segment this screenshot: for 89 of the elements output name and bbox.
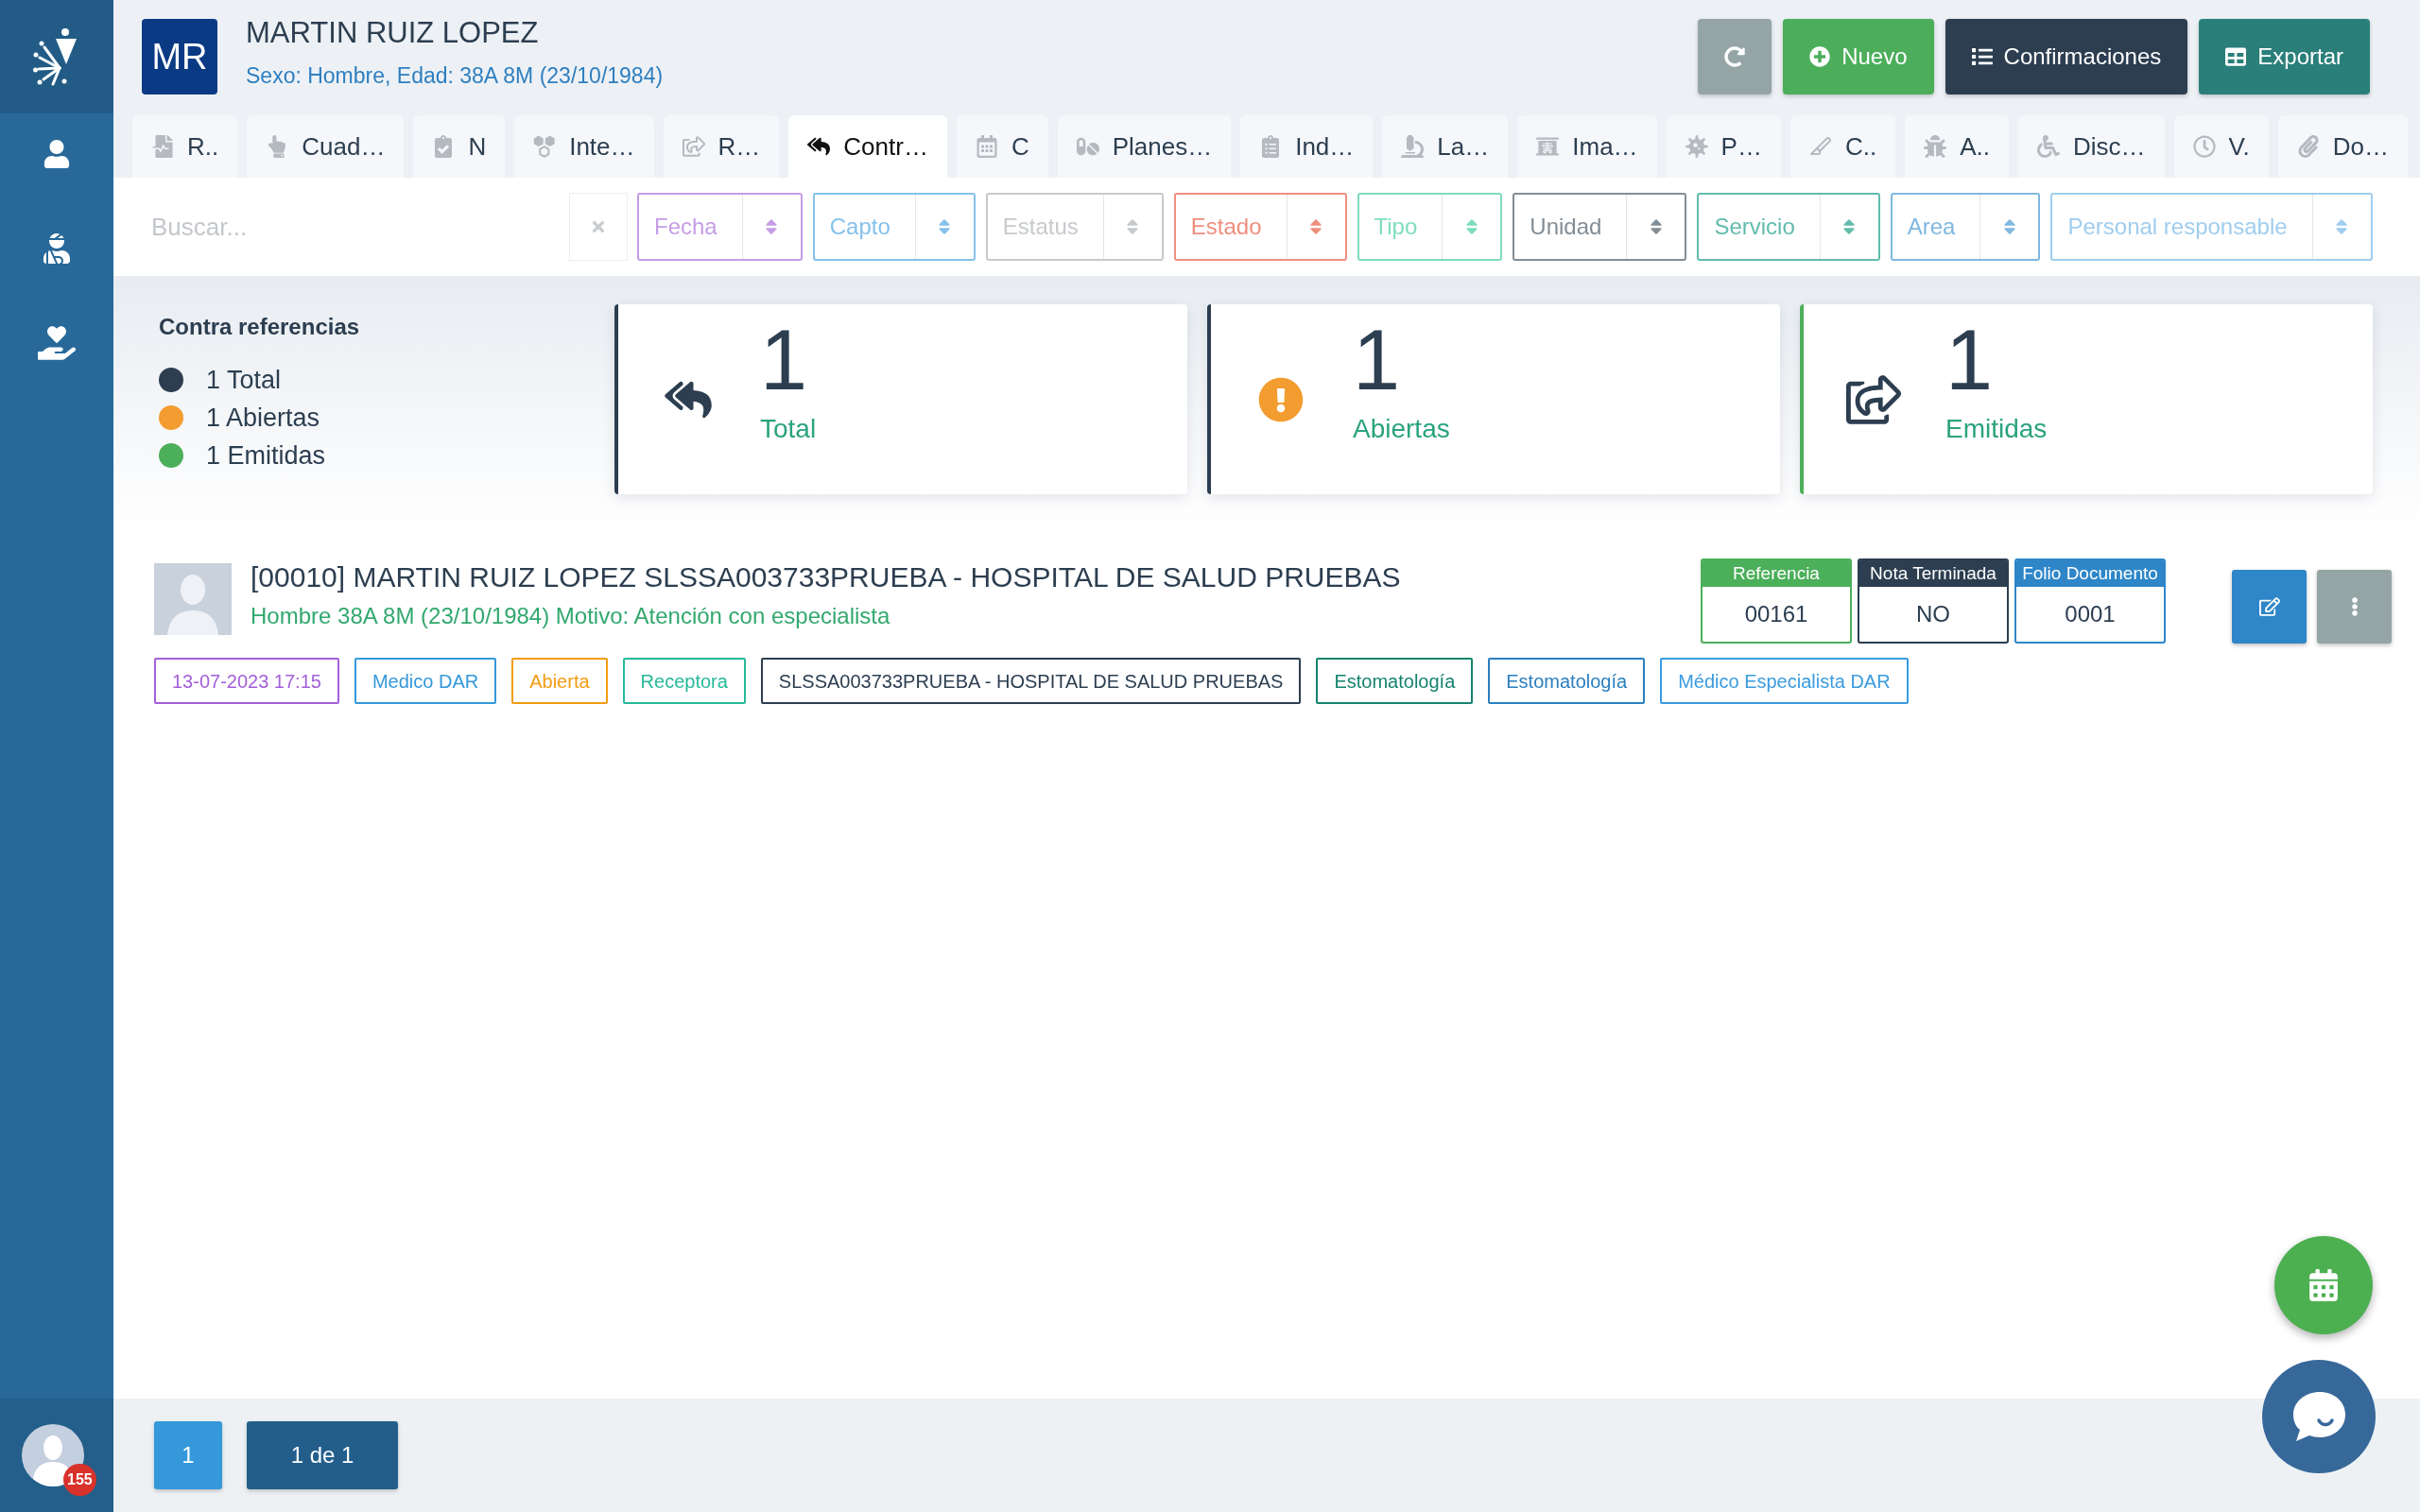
patient-details: Sexo: Hombre, Edad: 38A 8M (23/10/1984) [246, 62, 664, 90]
virus-icon [1685, 135, 1708, 158]
user-icon[interactable] [43, 140, 71, 168]
tab[interactable]: C [956, 115, 1048, 178]
sort-icon [1649, 217, 1663, 236]
tab[interactable]: Inte… [514, 115, 654, 178]
field-label: Nota Terminada [1859, 560, 2007, 587]
tag: Médico Especialista DAR [1660, 658, 1909, 704]
chat-bubble-icon [2290, 1390, 2347, 1443]
sort-icon [1309, 217, 1322, 236]
tag: Medico DAR [354, 658, 497, 704]
tab[interactable]: Planes… [1057, 115, 1232, 178]
tag: Estomatología [1488, 658, 1646, 704]
sort-icon [2335, 217, 2349, 236]
tag: 13-07-2023 17:15 [154, 658, 339, 704]
field-value: 0001 [2064, 600, 2117, 628]
tab[interactable]: V. [2173, 115, 2269, 178]
edit-button[interactable] [2232, 570, 2307, 644]
tab[interactable]: Cuad… [247, 115, 405, 178]
wheelchair-icon [2037, 135, 2060, 158]
tab[interactable]: C.. [1789, 115, 1896, 178]
legend-label: 1 Abiertas [206, 402, 320, 434]
sort-icon [1126, 217, 1140, 236]
sort-icon [2002, 217, 2016, 236]
header-button[interactable]: Confirmaciones [1945, 19, 2188, 94]
sort-icon [1842, 217, 1857, 236]
stat-value: 1 [1353, 318, 1402, 403]
pills-icon [1076, 135, 1099, 158]
record-subtitle: Hombre 38A 8M (23/10/1984) Motivo: Atención con especialista [251, 602, 891, 630]
sort-icon [1464, 217, 1478, 236]
more-icon [2350, 597, 2359, 616]
tab[interactable]: Ima… [1517, 115, 1657, 178]
calendar-icon [2309, 1269, 2338, 1301]
refresh-icon [1724, 46, 1746, 67]
summary-title: Contra referencias [159, 314, 361, 340]
medical-file-icon [151, 135, 174, 158]
tag: Estomatología [1316, 658, 1474, 704]
page-summary: 1 de 1 [247, 1421, 398, 1489]
tab[interactable]: R… [663, 115, 780, 178]
tab[interactable]: R.. [132, 115, 238, 178]
tab[interactable]: Contr… [788, 115, 947, 178]
tab[interactable]: Do… [2277, 115, 2408, 178]
tab[interactable]: A.. [1905, 115, 2009, 178]
tab[interactable]: Ind… [1240, 115, 1374, 178]
tab[interactable]: P… [1666, 115, 1781, 178]
tab[interactable]: N [413, 115, 506, 178]
warning-icon [1258, 376, 1304, 422]
field-label: Referencia [1703, 560, 1850, 587]
sort-icon [765, 217, 779, 236]
legend-label: 1 Emitidas [206, 439, 326, 472]
injured-person-icon[interactable] [43, 233, 71, 264]
legend-label: 1 Total [206, 364, 282, 396]
microscope-icon [1401, 135, 1425, 158]
list-icon [1971, 46, 1993, 67]
field-value: 00161 [1743, 600, 1809, 628]
x-ray-icon [1536, 135, 1560, 158]
calendar-fab[interactable] [2274, 1236, 2373, 1334]
notification-badge: 155 [63, 1464, 96, 1496]
tag: Receptora [622, 658, 746, 704]
paperclip-icon [2296, 135, 2320, 158]
patient-name: MARTIN RUIZ LOPEZ [246, 16, 540, 50]
calendar-icon [975, 135, 998, 158]
stat-label: Total [760, 413, 817, 445]
tab[interactable]: La… [1382, 115, 1509, 178]
field-value: NO [1915, 600, 1951, 628]
table-icon [2225, 46, 2247, 67]
stat-value: 1 [1945, 318, 1995, 403]
record-title: [00010] MARTIN RUIZ LOPEZ SLSSA003733PRUEBA - HOSPITAL DE SALUD PRUEBAS [251, 560, 1401, 594]
stat-label: Emitidas [1945, 413, 2048, 445]
sort-icon [938, 217, 952, 236]
stat-value: 1 [760, 318, 809, 403]
stat-label: Abiertas [1353, 413, 1450, 445]
header-button[interactable]: Exportar [2199, 19, 2370, 94]
tag: SLSSA003733PRUEBA - HOSPITAL DE SALUD PRUEBAS [760, 658, 1302, 704]
bug-icon [1924, 135, 1947, 158]
tag: Abierta [511, 658, 608, 704]
share-icon [1846, 374, 1901, 424]
hand-heart-icon[interactable] [38, 326, 76, 360]
initials-avatar: MR [142, 19, 217, 94]
tab[interactable]: Disc… [2018, 115, 2165, 178]
edit-icon [2258, 596, 2280, 617]
hexagons-icon [533, 135, 557, 158]
share-icon [682, 135, 705, 158]
reply-all-icon [807, 135, 831, 158]
clock-icon [2192, 135, 2216, 158]
refresh-button[interactable] [1698, 19, 1772, 94]
close-icon [590, 218, 607, 235]
knife-icon [1808, 135, 1832, 158]
field-label: Folio Documento [2016, 560, 2164, 587]
